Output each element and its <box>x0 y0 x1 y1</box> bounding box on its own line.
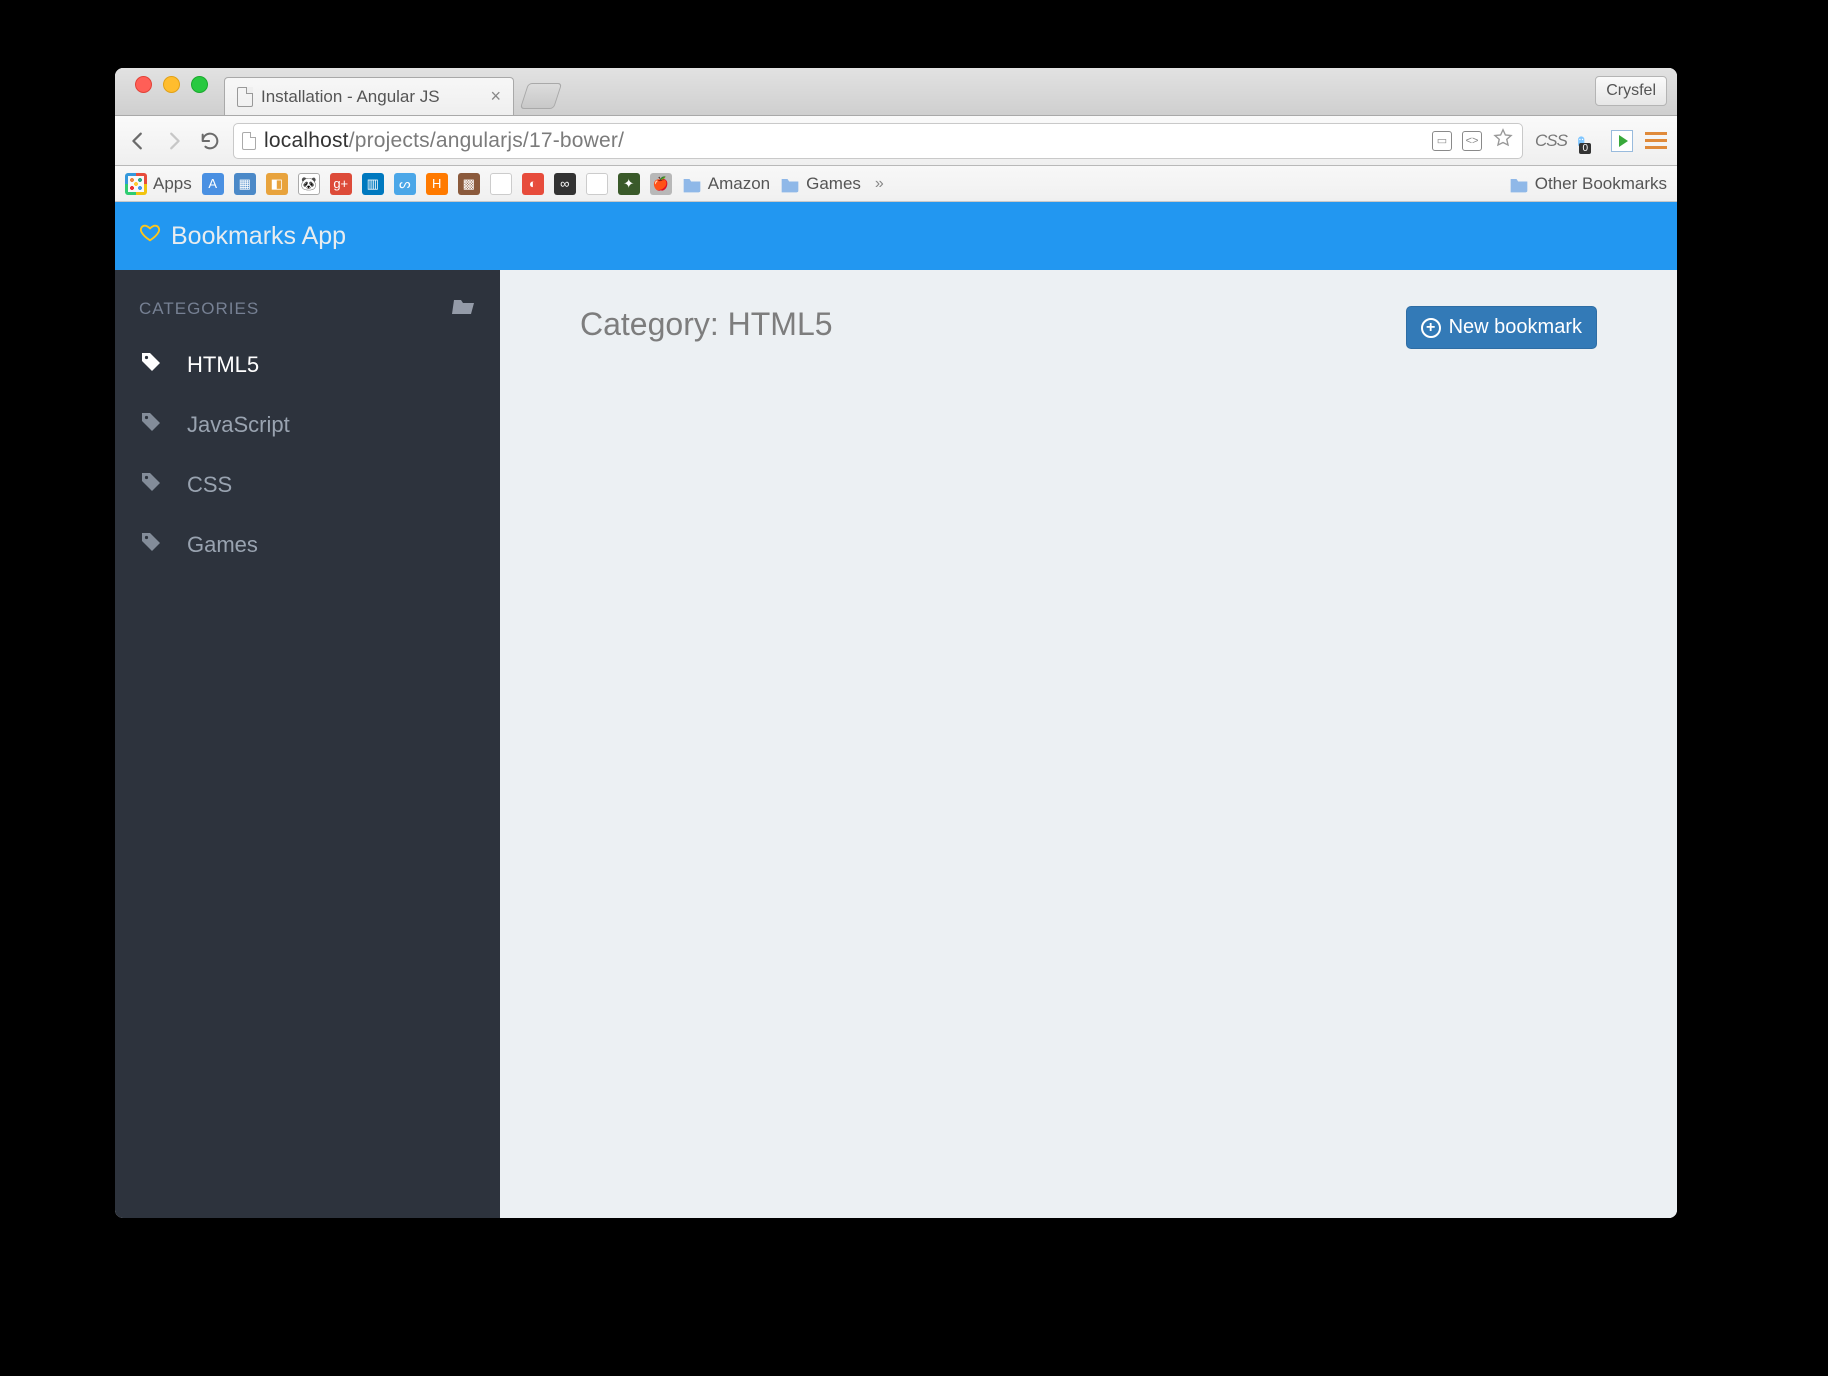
url-path: /projects/angularjs/17-bower/ <box>349 129 624 152</box>
tag-icon <box>139 350 163 380</box>
folder-icon <box>682 175 702 193</box>
category-label: CSS <box>187 472 232 498</box>
extension-badge: 0 <box>1579 143 1591 154</box>
category-label: Games <box>187 532 258 558</box>
bookmark-icon[interactable]: ◐ <box>522 173 544 195</box>
bookmark-folder-amazon[interactable]: Amazon <box>682 174 770 194</box>
url-text: localhost/projects/angularjs/17-bower/ <box>264 129 624 153</box>
app-brand[interactable]: Bookmarks App <box>115 202 500 270</box>
tab-close-icon[interactable]: × <box>490 86 501 107</box>
zoom-window-button[interactable] <box>191 76 208 93</box>
close-window-button[interactable] <box>135 76 152 93</box>
tag-icon <box>139 410 163 440</box>
page-icon <box>237 87 253 107</box>
new-bookmark-button[interactable]: + New bookmark <box>1406 306 1597 349</box>
overflow-chevrons-icon[interactable]: » <box>871 175 888 193</box>
bookmark-icon[interactable]: ▦ <box>234 173 256 195</box>
folder-open-icon[interactable] <box>452 296 476 321</box>
tab-strip: Installation - Angular JS × Crysfel <box>115 68 1677 116</box>
play-extension-icon[interactable] <box>1611 130 1633 152</box>
categories-header: CATEGORIES <box>115 270 500 335</box>
app-viewport: Bookmarks App CATEGORIES HTML5 JavaScrip… <box>115 202 1677 1218</box>
bookmark-icon[interactable]: ⛰ <box>490 173 512 195</box>
page-title-category: HTML5 <box>728 306 833 342</box>
apps-icon <box>125 173 147 195</box>
page-title: Category: HTML5 <box>580 306 833 343</box>
bookmark-icon[interactable]: A <box>202 173 224 195</box>
device-toggle-icon[interactable]: ▭ <box>1432 131 1452 151</box>
bookmark-icon[interactable]: ᔕ <box>394 173 416 195</box>
bookmark-icon[interactable]: ◧ <box>266 173 288 195</box>
bookmark-icon[interactable]: ▥ <box>362 173 384 195</box>
other-bookmarks[interactable]: Other Bookmarks <box>1509 174 1667 194</box>
folder-icon <box>780 175 800 193</box>
address-bar[interactable]: localhost/projects/angularjs/17-bower/ ▭… <box>233 123 1523 159</box>
apps-label: Apps <box>153 174 192 194</box>
category-item[interactable]: HTML5 <box>115 335 500 395</box>
folder-icon <box>1509 175 1529 193</box>
categories-title: CATEGORIES <box>139 299 259 319</box>
bookmarks-bar: Apps A ▦ ◧ 🐼 g+ ▥ ᔕ H ▩ ⛰ ◐ ∞ ◉ ✦ 🍎 Amaz… <box>115 166 1677 202</box>
bookmark-icon[interactable]: H <box>426 173 448 195</box>
chrome-menu-icon[interactable] <box>1645 132 1667 149</box>
browser-tab[interactable]: Installation - Angular JS × <box>224 77 514 115</box>
category-label: HTML5 <box>187 352 259 378</box>
bookmark-icon[interactable]: ▩ <box>458 173 480 195</box>
window-controls <box>127 68 214 115</box>
new-bookmark-label: New bookmark <box>1449 316 1582 339</box>
page-title-prefix: Category: <box>580 306 728 342</box>
topbar-fill <box>500 202 1677 270</box>
plus-circle-icon: + <box>1421 318 1441 338</box>
minimize-window-button[interactable] <box>163 76 180 93</box>
code-toggle-icon[interactable]: <> <box>1462 131 1482 151</box>
bookmark-icon[interactable]: 🐼 <box>298 173 320 195</box>
omnibox-actions: ▭ <> <box>1432 127 1514 154</box>
reload-button[interactable] <box>197 128 223 154</box>
category-list: HTML5 JavaScript CSS Games <box>115 335 500 575</box>
other-bookmarks-label: Other Bookmarks <box>1535 174 1667 194</box>
bookmark-star-icon[interactable] <box>1492 127 1514 154</box>
url-host: localhost <box>264 129 349 152</box>
bookmark-icon[interactable]: g+ <box>330 173 352 195</box>
apps-shortcut[interactable]: Apps <box>125 173 192 195</box>
category-item[interactable]: Games <box>115 515 500 575</box>
bookmark-icon[interactable]: ✦ <box>618 173 640 195</box>
site-icon <box>242 132 256 150</box>
category-item[interactable]: JavaScript <box>115 395 500 455</box>
tag-icon <box>139 470 163 500</box>
bookmark-icon[interactable]: ◉ <box>586 173 608 195</box>
ghostery-extension-icon[interactable]: 0 <box>1575 129 1599 153</box>
tag-icon <box>139 530 163 560</box>
bookmark-folder-games[interactable]: Games <box>780 174 861 194</box>
folder-label: Amazon <box>708 174 770 194</box>
bookmark-icon[interactable]: ∞ <box>554 173 576 195</box>
browser-window: Installation - Angular JS × Crysfel loca… <box>115 68 1677 1218</box>
back-button[interactable] <box>125 128 151 154</box>
category-label: JavaScript <box>187 412 290 438</box>
new-tab-button[interactable] <box>520 83 562 109</box>
css-extension-icon[interactable]: CSS <box>1539 129 1563 153</box>
forward-button[interactable] <box>161 128 187 154</box>
brand-text: Bookmarks App <box>171 222 346 251</box>
heart-icon <box>139 222 161 251</box>
tab-title: Installation - Angular JS <box>261 87 440 107</box>
sidebar: Bookmarks App CATEGORIES HTML5 JavaScrip… <box>115 202 500 1218</box>
extensions: CSS 0 <box>1533 129 1667 153</box>
category-item[interactable]: CSS <box>115 455 500 515</box>
main-content: Category: HTML5 + New bookmark <box>500 202 1677 1218</box>
profile-button[interactable]: Crysfel <box>1595 76 1667 106</box>
bookmark-icon[interactable]: 🍎 <box>650 173 672 195</box>
profile-name: Crysfel <box>1606 82 1656 100</box>
browser-toolbar: localhost/projects/angularjs/17-bower/ ▭… <box>115 116 1677 166</box>
folder-label: Games <box>806 174 861 194</box>
